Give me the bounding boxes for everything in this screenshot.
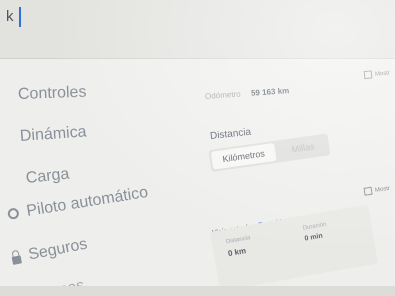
sidebar-item-piloto-automatico[interactable]: Piloto automático: [7, 184, 150, 224]
sidebar-item-controles[interactable]: Controles: [18, 84, 87, 104]
odometer-value: 59 163 km: [250, 86, 290, 98]
steering-wheel-icon: [7, 207, 20, 221]
sidebar-item-label: Seguros: [26, 235, 89, 264]
sidebar-item-label: Piloto automático: [25, 183, 150, 220]
right-option-1-label: Mostr: [374, 70, 391, 78]
trip-distance-value: 0 km: [227, 246, 247, 259]
right-option-2-label: Mostr: [374, 185, 391, 194]
search-input[interactable]: k: [6, 8, 14, 25]
screen: k Controles Dinámica Carga Piloto automá…: [0, 0, 395, 296]
checkbox-icon[interactable]: [363, 70, 373, 80]
sidebar-item-dinamica[interactable]: Dinámica: [19, 123, 87, 146]
distance-heading: Distancia: [209, 122, 252, 144]
search-bar[interactable]: k: [0, 0, 395, 59]
checkbox-icon[interactable]: [363, 186, 373, 196]
right-options: Mostr Mostr: [363, 69, 391, 196]
settings-sidebar: Controles Dinámica Carga Piloto automáti…: [0, 70, 190, 296]
option-millas[interactable]: Millas: [278, 134, 329, 162]
trip-distance-label: Distancia: [225, 235, 251, 246]
right-option-1[interactable]: Mostr: [363, 69, 391, 80]
lock-icon: [11, 255, 22, 265]
odometer-row: Odómetro 59 163 km: [204, 80, 290, 104]
trip-distance-cell: Distancia 0 km: [226, 235, 254, 258]
sidebar-item-seguros[interactable]: Seguros: [10, 236, 89, 268]
sidebar-item-label: Dinámica: [19, 123, 88, 145]
sidebar-item-label: Carga: [25, 165, 71, 187]
bottom-bar: [0, 286, 395, 296]
option-kilometros[interactable]: Kilómetros: [210, 142, 277, 170]
text-cursor: [19, 7, 21, 27]
distance-heading-text: Distancia: [209, 126, 252, 142]
trip-duration-label: Duración: [302, 221, 328, 232]
trip-duration-value: 0 min: [304, 232, 324, 243]
sidebar-item-label: Controles: [17, 83, 87, 103]
trip-duration-cell: Duración 0 min: [302, 222, 329, 243]
sidebar-item-carga[interactable]: Carga: [25, 165, 70, 187]
right-option-2[interactable]: Mostr: [363, 184, 391, 196]
odometer-label: Odómetro: [204, 89, 241, 101]
